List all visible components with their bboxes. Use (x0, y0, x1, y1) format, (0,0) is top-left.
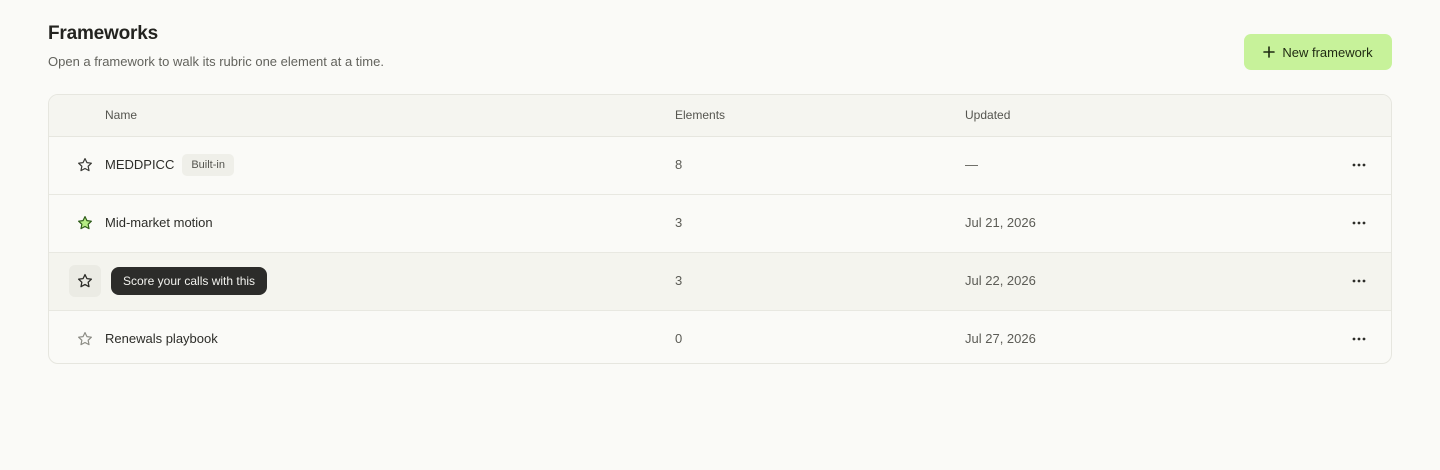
table-row[interactable]: Renewals playbook 0 Jul 27, 2026 (49, 311, 1391, 363)
row-more-button[interactable] (1347, 327, 1371, 351)
framework-name[interactable]: Renewals playbook (105, 331, 218, 346)
framework-name[interactable]: Mid-market motion (105, 215, 213, 230)
table-header: Name Elements Updated (49, 95, 1391, 137)
elements-count: 3 (675, 215, 683, 230)
row-more-button[interactable] (1347, 211, 1371, 235)
column-header-elements[interactable]: Elements (675, 95, 725, 136)
plus-icon (1263, 46, 1276, 58)
more-horizontal-icon (1352, 337, 1366, 341)
table-row[interactable]: Score your calls with this 3 Jul 22, 202… (49, 253, 1391, 311)
table-row[interactable]: MEDDPICC Built-in 8 — (49, 137, 1391, 195)
row-name-cell: Mid-market motion (105, 195, 213, 251)
row-more-button[interactable] (1347, 153, 1371, 177)
elements-count: 3 (675, 273, 683, 288)
column-header-name[interactable]: Name (105, 95, 137, 136)
row-name-cell: MEDDPICC Built-in (105, 137, 234, 193)
elements-count: 0 (675, 331, 683, 346)
favorite-star-button[interactable] (69, 323, 101, 355)
row-name-cell: Renewals playbook (105, 311, 218, 363)
favorite-star-button[interactable] (69, 149, 101, 181)
star-outline-icon (78, 158, 92, 172)
page-subtitle: Open a framework to walk its rubric one … (48, 54, 384, 69)
more-horizontal-icon (1352, 221, 1366, 225)
frameworks-table: Name Elements Updated MEDDPICC Built-in 8… (48, 94, 1392, 364)
new-framework-button[interactable]: New framework (1244, 34, 1392, 70)
updated-date: Jul 21, 2026 (965, 215, 1036, 230)
star-tooltip: Score your calls with this (111, 267, 268, 295)
table-row[interactable]: Mid-market motion 3 Jul 21, 2026 (49, 195, 1391, 253)
favorite-star-button[interactable] (69, 265, 101, 297)
star-outline-icon (77, 273, 93, 288)
frameworks-page: Frameworks Open a framework to walk its … (0, 0, 1440, 470)
elements-count: 8 (675, 157, 683, 172)
star-filled-icon (78, 216, 92, 230)
built-in-badge: Built-in (182, 153, 234, 176)
updated-date: — (965, 157, 978, 172)
updated-date: Jul 22, 2026 (965, 273, 1036, 288)
row-more-button[interactable] (1347, 269, 1371, 293)
page-title: Frameworks (48, 23, 158, 44)
star-outline-icon (78, 332, 92, 346)
more-horizontal-icon (1352, 163, 1366, 167)
column-header-updated[interactable]: Updated (965, 95, 1010, 136)
new-framework-label: New framework (1282, 44, 1373, 60)
framework-name[interactable]: MEDDPICC (105, 157, 174, 172)
more-horizontal-icon (1352, 279, 1366, 283)
updated-date: Jul 27, 2026 (965, 331, 1036, 346)
favorite-star-button[interactable] (69, 207, 101, 239)
